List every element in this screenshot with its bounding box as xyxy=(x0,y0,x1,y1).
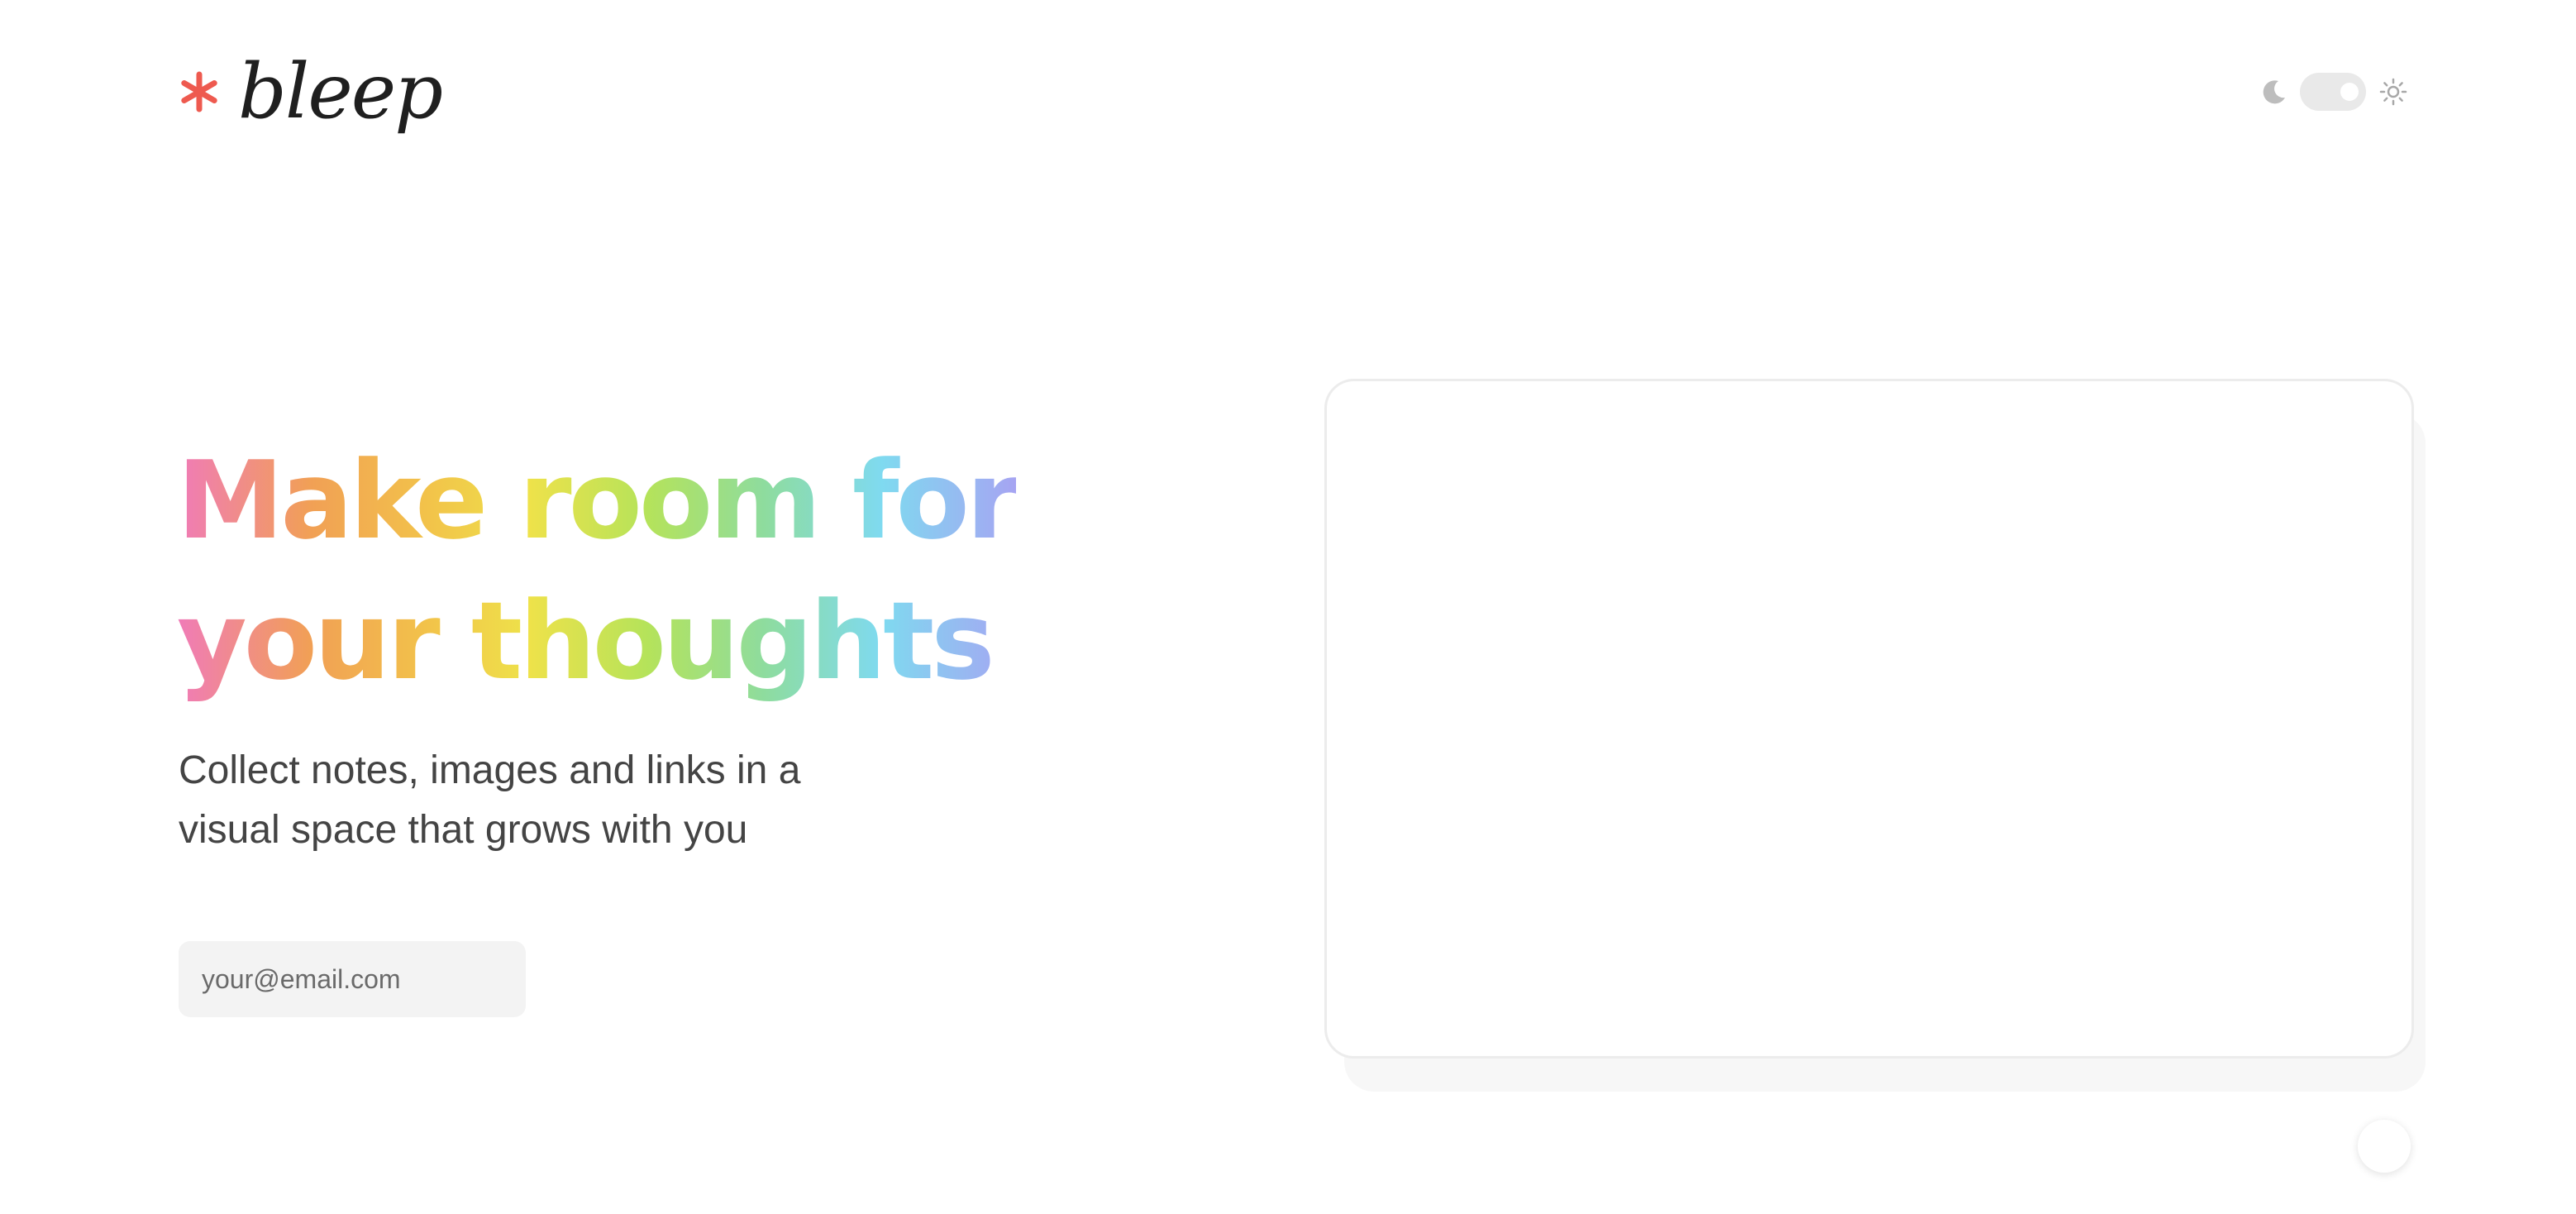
headline-line-1: Make room for xyxy=(177,437,1016,563)
headline-line-2: your thoughts xyxy=(177,578,992,704)
subtext-line-1: Collect notes, images and links in a xyxy=(179,748,801,792)
hero-headline: Make room for your thoughts xyxy=(177,430,1016,711)
theme-switch-knob xyxy=(2340,83,2359,101)
floating-circle-button[interactable] xyxy=(2358,1120,2411,1173)
email-input[interactable] xyxy=(179,941,526,1017)
brand-name: bleep xyxy=(238,47,443,136)
brand-logo[interactable]: bleep xyxy=(179,46,443,137)
theme-switch[interactable] xyxy=(2300,73,2366,111)
theme-toggle[interactable] xyxy=(2260,71,2407,112)
asterisk-icon xyxy=(181,71,217,112)
hero-subtext: Collect notes, images and links in a vis… xyxy=(179,741,923,860)
sun-icon[interactable] xyxy=(2379,78,2407,106)
moon-icon[interactable] xyxy=(2260,78,2288,106)
landing-page: bleep Make room for your thoughts Collec… xyxy=(0,0,2576,1214)
preview-card xyxy=(1324,379,2414,1059)
subtext-line-2: visual space that grows with you xyxy=(179,808,748,852)
